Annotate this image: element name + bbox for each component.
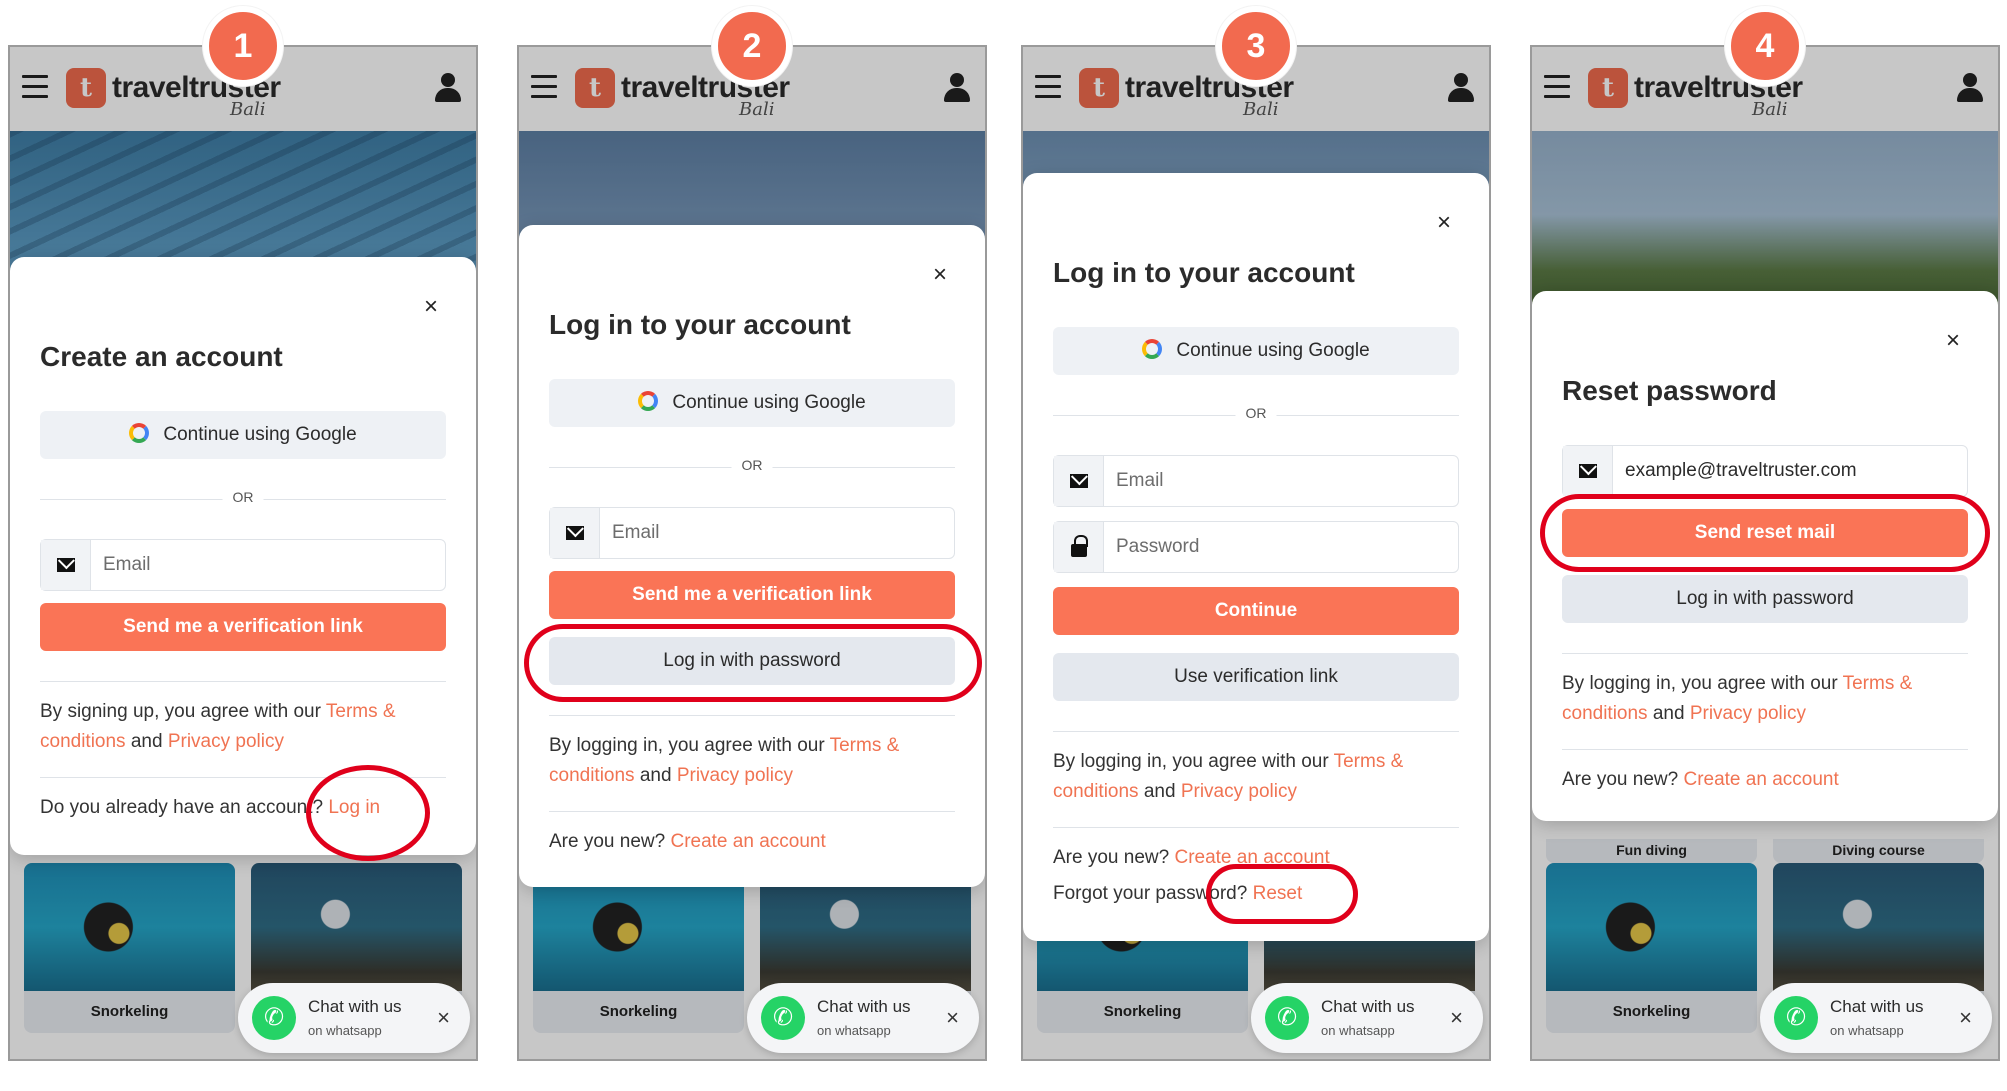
auth-modal: × Log in to your account Continue using … bbox=[519, 225, 985, 887]
highlight-reset-link bbox=[1206, 864, 1358, 924]
whatsapp-chat-widget[interactable]: ✆ Chat with us on whatsapp × bbox=[1251, 983, 1483, 1053]
highlight-log-in-link bbox=[306, 765, 430, 861]
close-icon[interactable]: × bbox=[1450, 1005, 1463, 1031]
whatsapp-chat-widget[interactable]: ✆ Chat with us on whatsapp × bbox=[238, 983, 470, 1053]
footer-text: Are you new? Create an account bbox=[1562, 769, 1839, 790]
modal-title: Log in to your account bbox=[1053, 257, 1355, 288]
send-verification-link-button[interactable]: Send me a verification link bbox=[549, 571, 955, 619]
whatsapp-chat-widget[interactable]: ✆ Chat with us on whatsapp × bbox=[747, 983, 979, 1053]
lock-icon bbox=[1071, 535, 1088, 557]
privacy-link[interactable]: Privacy policy bbox=[677, 765, 793, 786]
password-field[interactable] bbox=[1053, 521, 1459, 573]
send-verification-link-button[interactable]: Send me a verification link bbox=[40, 603, 446, 651]
google-icon bbox=[1142, 339, 1163, 359]
highlight-send-reset-mail bbox=[1540, 494, 1990, 572]
mail-icon bbox=[57, 558, 75, 572]
email-field[interactable] bbox=[549, 507, 955, 559]
google-button-label: Continue using Google bbox=[672, 392, 866, 413]
privacy-link[interactable]: Privacy policy bbox=[168, 731, 284, 752]
auth-modal: × Log in to your account Continue using … bbox=[1023, 173, 1489, 941]
mail-icon bbox=[566, 526, 584, 540]
whatsapp-subtitle: on whatsapp bbox=[1830, 1023, 1904, 1038]
privacy-link[interactable]: Privacy policy bbox=[1181, 781, 1297, 802]
close-icon[interactable]: × bbox=[1959, 1005, 1972, 1031]
email-input[interactable] bbox=[1116, 456, 1450, 506]
create-account-link[interactable]: Create an account bbox=[1683, 769, 1838, 790]
whatsapp-chat-widget[interactable]: ✆ Chat with us on whatsapp × bbox=[1760, 983, 1992, 1053]
or-label: OR bbox=[1235, 405, 1277, 421]
password-input[interactable] bbox=[1116, 522, 1450, 572]
google-signin-button[interactable]: Continue using Google bbox=[1053, 327, 1459, 375]
mail-icon bbox=[1070, 474, 1088, 488]
google-button-label: Continue using Google bbox=[1176, 340, 1370, 361]
privacy-link[interactable]: Privacy policy bbox=[1690, 703, 1806, 724]
google-signin-button[interactable]: Continue using Google bbox=[40, 411, 446, 459]
or-divider: OR bbox=[1053, 405, 1459, 425]
step-badge-2: 2 bbox=[712, 6, 792, 86]
email-input[interactable] bbox=[103, 540, 437, 590]
step-badge-4: 4 bbox=[1725, 6, 1805, 86]
modal-title: Log in to your account bbox=[549, 309, 851, 340]
email-field[interactable] bbox=[1562, 445, 1968, 497]
google-icon bbox=[638, 391, 659, 411]
whatsapp-icon: ✆ bbox=[1265, 996, 1309, 1040]
whatsapp-subtitle: on whatsapp bbox=[1321, 1023, 1395, 1038]
close-icon[interactable]: × bbox=[437, 1005, 450, 1031]
google-icon bbox=[129, 423, 150, 443]
whatsapp-icon: ✆ bbox=[761, 996, 805, 1040]
use-verification-link-button[interactable]: Use verification link bbox=[1053, 653, 1459, 701]
whatsapp-subtitle: on whatsapp bbox=[308, 1023, 382, 1038]
whatsapp-icon: ✆ bbox=[252, 996, 296, 1040]
footer-text: Are you new? Create an account bbox=[549, 831, 826, 852]
legal-text: By logging in, you agree with our Terms … bbox=[1562, 673, 1913, 724]
log-in-with-password-button[interactable]: Log in with password bbox=[1562, 575, 1968, 623]
mail-icon bbox=[1579, 464, 1597, 478]
whatsapp-icon: ✆ bbox=[1774, 996, 1818, 1040]
close-icon[interactable]: × bbox=[933, 261, 947, 289]
or-label: OR bbox=[222, 489, 264, 505]
step-badge-1: 1 bbox=[203, 6, 283, 86]
phone-screen-create-account: t traveltruster Bali Snorkeling ✆ Chat w… bbox=[8, 45, 478, 1061]
legal-text: By logging in, you agree with our Terms … bbox=[1053, 751, 1404, 802]
google-signin-button[interactable]: Continue using Google bbox=[549, 379, 955, 427]
email-input[interactable] bbox=[612, 508, 946, 558]
auth-modal: × Create an account Continue using Googl… bbox=[10, 257, 476, 855]
step-badge-3: 3 bbox=[1216, 6, 1296, 86]
highlight-log-in-with-password bbox=[524, 624, 982, 702]
close-icon[interactable]: × bbox=[1946, 327, 1960, 355]
continue-button[interactable]: Continue bbox=[1053, 587, 1459, 635]
google-button-label: Continue using Google bbox=[163, 424, 357, 445]
create-account-link[interactable]: Create an account bbox=[670, 831, 825, 852]
or-label: OR bbox=[731, 457, 773, 473]
whatsapp-title: Chat with us bbox=[1830, 997, 1924, 1016]
close-icon[interactable]: × bbox=[1437, 209, 1451, 237]
whatsapp-title: Chat with us bbox=[1321, 997, 1415, 1016]
phone-screen-login-verification: t traveltruster Bali Snorkeling ✆ Chat w… bbox=[517, 45, 987, 1061]
legal-text: By signing up, you agree with our Terms … bbox=[40, 701, 396, 752]
email-field[interactable] bbox=[40, 539, 446, 591]
legal-text: By logging in, you agree with our Terms … bbox=[549, 735, 900, 786]
whatsapp-subtitle: on whatsapp bbox=[817, 1023, 891, 1038]
modal-title: Create an account bbox=[40, 341, 283, 372]
or-divider: OR bbox=[549, 457, 955, 477]
or-divider: OR bbox=[40, 489, 446, 509]
modal-title: Reset password bbox=[1562, 375, 1777, 406]
close-icon[interactable]: × bbox=[424, 293, 438, 321]
whatsapp-title: Chat with us bbox=[308, 997, 402, 1016]
email-input[interactable] bbox=[1625, 446, 1959, 496]
close-icon[interactable]: × bbox=[946, 1005, 959, 1031]
whatsapp-title: Chat with us bbox=[817, 997, 911, 1016]
email-field[interactable] bbox=[1053, 455, 1459, 507]
